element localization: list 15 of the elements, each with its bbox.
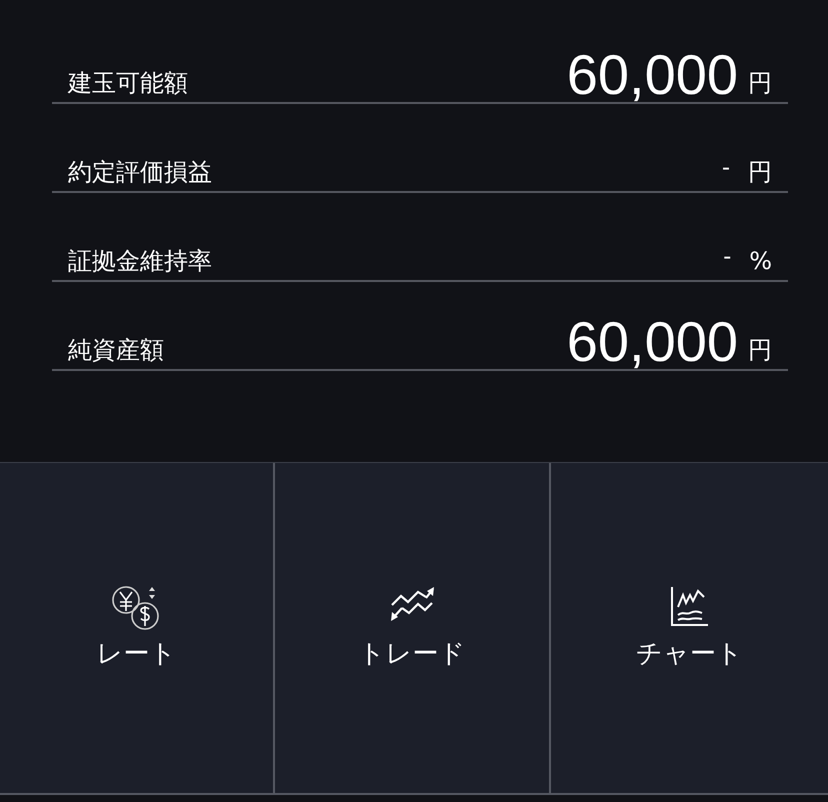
field-value: -	[723, 245, 732, 269]
unit-label: %	[749, 246, 772, 277]
menu-tile[interactable]: チャート	[551, 463, 828, 795]
field-value: 60,000	[566, 45, 738, 105]
unit-label: 円	[748, 157, 772, 188]
menu-tile[interactable]: トレード	[275, 463, 551, 795]
menu-tile[interactable]: レート	[0, 463, 275, 795]
field-label: 約定評価損益	[68, 157, 212, 188]
field-label: 建玉可能額	[68, 68, 188, 99]
unit-label: 円	[748, 68, 772, 99]
field-value: -	[722, 156, 730, 180]
field-label: 純資産額	[68, 335, 164, 366]
field-label: 証拠金維持率	[68, 246, 212, 277]
unit-label: 円	[748, 335, 772, 366]
field-value: 60,000	[566, 312, 738, 372]
